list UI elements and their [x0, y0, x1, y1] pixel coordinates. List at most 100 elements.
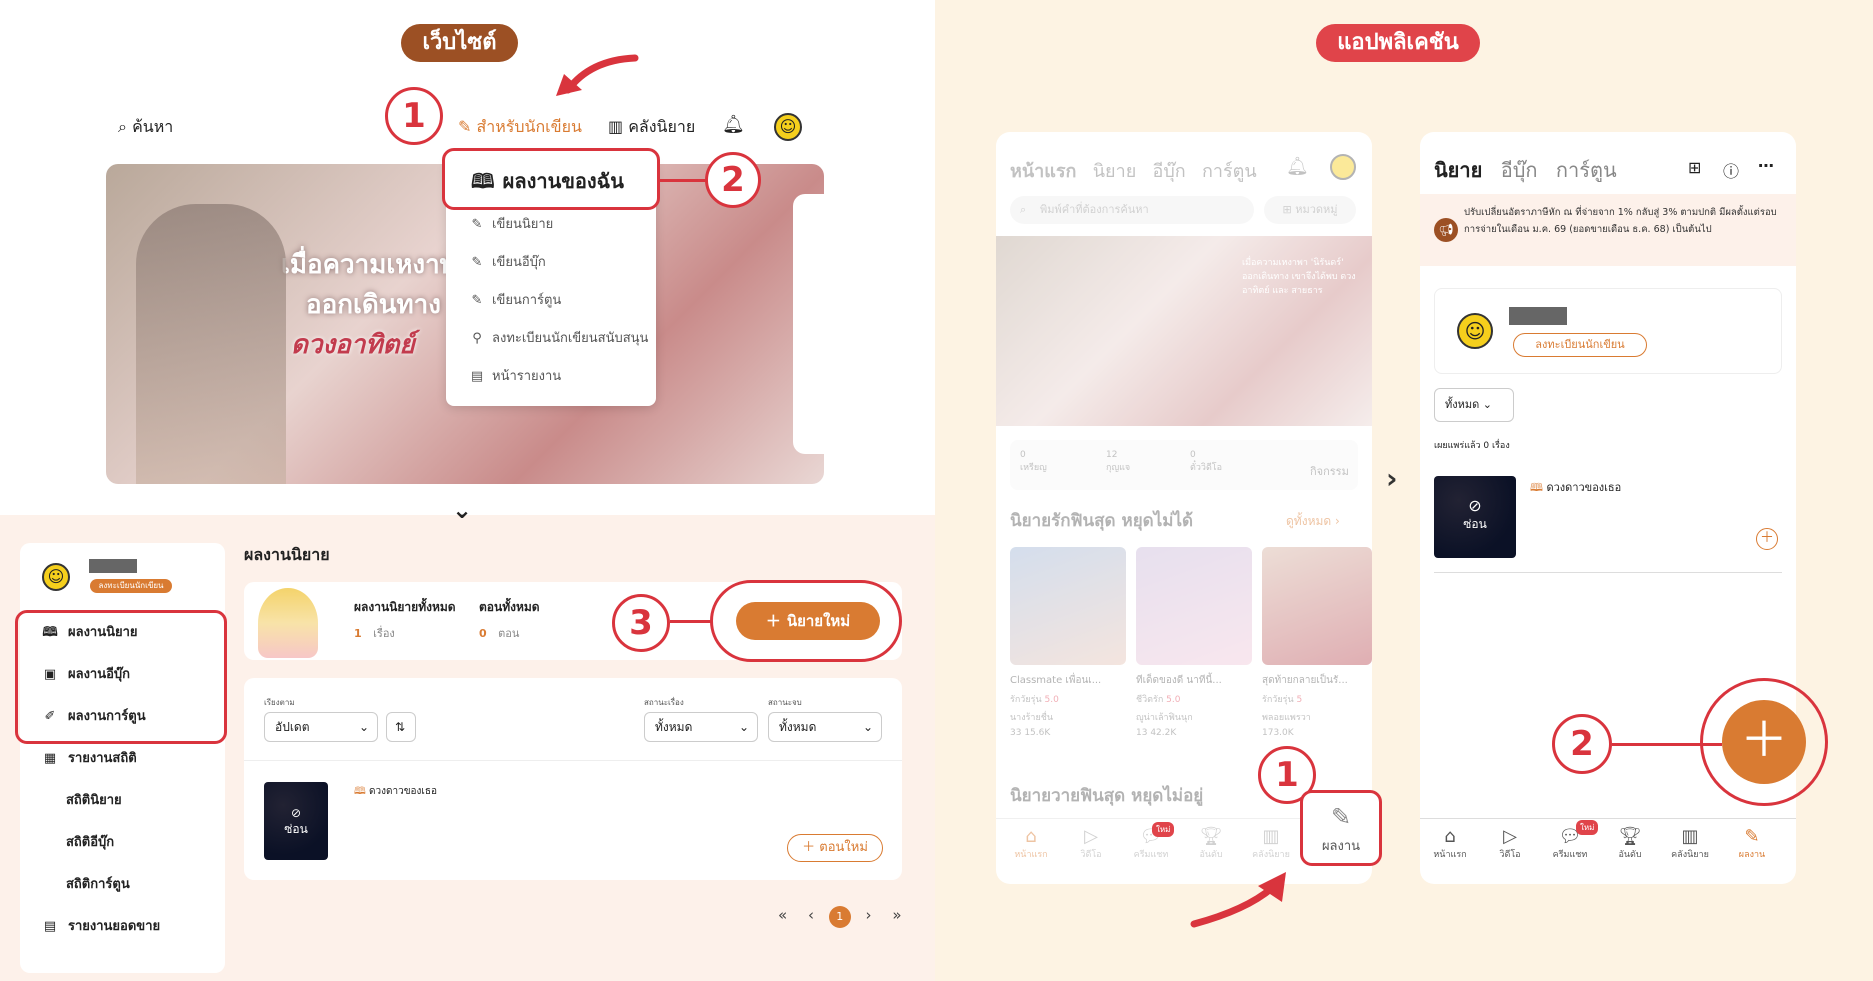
register-writer-button[interactable]: ลงทะเบียนนักเขียน	[1513, 333, 1647, 357]
plus-icon: ＋	[765, 612, 781, 630]
dropdown-item-write-comic[interactable]: ✎ เขียนการ์ตูน	[446, 282, 656, 320]
nav-home[interactable]: ⌂ หน้าแรก	[1006, 826, 1056, 861]
report-icon: ▤	[43, 919, 57, 934]
chart-icon: ▦	[43, 751, 57, 766]
nav-home[interactable]: ⌂ หน้าแรก	[1424, 826, 1476, 861]
book-title: ทีเด็ดของดี นาทีนี้...	[1136, 675, 1222, 686]
home-icon: ⌂	[1444, 826, 1456, 847]
category-button[interactable]: ⊞ หมวดหมู่	[1264, 196, 1356, 224]
sort-direction-button[interactable]: ⇅	[386, 712, 416, 742]
search-icon: ⌕	[118, 117, 127, 136]
bell-icon[interactable]: 🔔︎	[722, 114, 745, 135]
plus-icon: ＋	[802, 840, 816, 855]
search-input[interactable]: ⌕ พิมพ์คำที่ต้องการค้นหา	[1010, 196, 1254, 224]
step-2-web: 2	[705, 152, 761, 208]
user-icon: ⚲	[472, 331, 482, 346]
nav-video[interactable]: ▷ วิดีโอ	[1484, 826, 1536, 861]
see-all-link[interactable]: ดูทั้งหมด ›	[1286, 512, 1340, 531]
work-cover[interactable]: ⊘ ซ่อน	[1434, 476, 1516, 558]
page-last-button[interactable]: »	[892, 906, 901, 924]
sidebar-item-ebook-stats[interactable]: สถิติอีบุ๊ก	[20, 825, 225, 861]
nav-library[interactable]: ▥ คลังนิยาย	[1664, 826, 1716, 861]
search-icon: ⌕	[1020, 203, 1027, 216]
writer-profile-card: ☺ ลงทะเบียนนักเขียน	[1434, 288, 1782, 374]
tab-home[interactable]: หน้าแรก	[1010, 161, 1076, 182]
book-sub: พลอยแพรวา	[1262, 713, 1311, 723]
page-prev-button[interactable]: ‹	[808, 906, 814, 924]
register-badge[interactable]: ลงทะเบียนนักเขียน	[90, 579, 172, 593]
add-work-fab[interactable]: ＋	[1722, 700, 1806, 784]
my-works-label: ผลงานของฉัน	[502, 169, 624, 193]
end-status-select[interactable]: ทั้งหมด ⌄	[768, 712, 882, 742]
dropdown-item-report[interactable]: ▤ หน้ารายงาน	[446, 358, 656, 396]
sidebar-label: สถิติอีบุ๊ก	[66, 835, 115, 850]
app-header-pill: แอปพลิเคชัน	[1316, 24, 1480, 62]
sidebar-item-novel-stats[interactable]: สถิตินิยาย	[20, 783, 225, 819]
list-divider	[1434, 572, 1782, 573]
more-icon[interactable]: ⋯	[1758, 156, 1774, 175]
page-current[interactable]: 1	[828, 906, 851, 928]
tab-novel[interactable]: นิยาย	[1093, 161, 1137, 182]
tab-comic[interactable]: การ์ตูน	[1202, 161, 1257, 182]
connector-line-3	[670, 620, 712, 623]
trophy-icon: 🏆︎	[1199, 826, 1223, 847]
filter-select[interactable]: ทั้งหมด ⌄	[1434, 388, 1514, 422]
tab-comic[interactable]: การ์ตูน	[1556, 158, 1617, 182]
nav-library[interactable]: ▥ คลังนิยาย	[1246, 826, 1296, 861]
new-episode-button[interactable]: ＋ ตอนใหม่	[787, 834, 883, 862]
book-card[interactable]: Classmate เพื่อนเ... รักวัยรุ่น 5.0 นางร…	[1010, 547, 1126, 738]
page-first-button[interactable]: «	[778, 906, 787, 924]
sidebar-item-stats-report[interactable]: ▦ รายงานสถิติ	[20, 741, 225, 777]
end-status-label: สถานะจบ	[768, 698, 802, 707]
avatar[interactable]	[1330, 154, 1356, 180]
avatar[interactable]: ☺	[774, 113, 802, 141]
activity-button[interactable]: กิจกรรม	[1310, 462, 1349, 480]
app-banner[interactable]: เมื่อความเหงาพา 'นิรันดร์' ออกเดินทาง เข…	[996, 236, 1372, 426]
dropdown-item-write-novel[interactable]: ✎ เขียนนิยาย	[446, 206, 656, 244]
dropdown-label: เขียนอีบุ๊ก	[492, 255, 546, 270]
book-card[interactable]: ทีเด็ดของดี นาทีนี้... ชีวิตรัก 5.0 ญูน่…	[1136, 547, 1252, 738]
nav-label: วิดีโอ	[1499, 850, 1521, 860]
sort-select[interactable]: อัปเดต ⌄	[264, 712, 378, 742]
book-stats: 13 42.2K	[1136, 728, 1177, 738]
sidebar-item-comic-stats[interactable]: สถิติการ์ตูน	[20, 867, 225, 903]
story-status-select[interactable]: ทั้งหมด ⌄	[644, 712, 758, 742]
category-label: หมวดหมู่	[1295, 203, 1338, 216]
grid-icon[interactable]: ⊞	[1688, 158, 1701, 177]
search-label: ค้นหา	[132, 117, 174, 136]
library-link[interactable]: ▥ คลังนิยาย	[608, 115, 695, 140]
work-title-link[interactable]: 🕮︎ ดวงดาวของเธอ	[354, 784, 437, 801]
list-divider	[244, 760, 902, 761]
tab-novel[interactable]: นิยาย	[1434, 158, 1482, 182]
nav-ranking[interactable]: 🏆︎ อันดับ	[1604, 826, 1656, 861]
megaphone-icon: 📢︎	[1434, 218, 1458, 242]
work-title-link[interactable]: 🕮︎ ดวงดาวของเธอ	[1530, 478, 1621, 498]
chevron-down-icon: ⌄	[862, 720, 873, 734]
nav-ranking[interactable]: 🏆︎ อันดับ	[1186, 826, 1236, 861]
sidebar-item-sales-report[interactable]: ▤ รายงานยอดขาย	[20, 909, 225, 945]
my-works-menu-item[interactable]: 🕮︎ ผลงานของฉัน	[442, 148, 660, 210]
add-episode-button[interactable]: ＋	[1756, 528, 1778, 550]
dropdown-item-register-writer[interactable]: ⚲ ลงทะเบียนนักเขียนสนับสนุน	[446, 320, 656, 358]
tab-ebook[interactable]: อีบุ๊ก	[1501, 158, 1538, 182]
nav-works[interactable]: ✎ ผลงาน	[1726, 826, 1778, 861]
nav-label: ผลงาน	[1738, 850, 1766, 860]
dropdown-item-write-ebook[interactable]: ✎ เขียนอีบุ๊ก	[446, 244, 656, 282]
page-next-button[interactable]: ›	[866, 906, 872, 924]
works-tab-button[interactable]: ✎ ผลงาน	[1300, 790, 1382, 866]
work-cover[interactable]: ⊘ ซ่อน	[264, 782, 328, 860]
search-button[interactable]: ⌕ ค้นหา	[118, 115, 173, 140]
tab-ebook[interactable]: อีบุ๊ก	[1153, 161, 1186, 182]
writer-menu-link[interactable]: ✎ สำหรับนักเขียน	[458, 115, 582, 140]
bell-icon[interactable]: 🔔︎	[1286, 156, 1309, 177]
book-stats: 173.0K	[1262, 728, 1294, 738]
book-card[interactable]: สุดท้ายกลายเป็นรั... รักวัยรุ่น 5 พลอยแพ…	[1262, 547, 1372, 738]
banner-line-2: ออกเดินทาง	[306, 290, 441, 320]
info-icon[interactable]: ⓘ	[1723, 158, 1739, 182]
chevron-down-icon: ⌄	[452, 496, 473, 524]
nav-label: ครีมแชท	[1133, 850, 1169, 860]
episodes-unit: ตอน	[498, 627, 520, 640]
new-novel-button[interactable]: ＋ นิยายใหม่	[736, 602, 880, 640]
book-author: รักวัยรุ่น	[1010, 695, 1042, 705]
nav-video[interactable]: ▷ วิดีโอ	[1066, 826, 1116, 861]
